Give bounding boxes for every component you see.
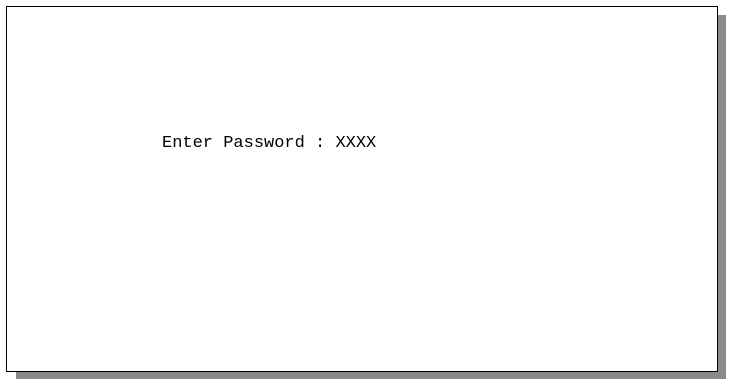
password-input[interactable]: XXXX [335,134,376,153]
prompt-separator: : [304,134,336,153]
terminal-window: Enter Password : XXXX [6,6,718,372]
password-prompt-line: Enter Password : XXXX [162,134,376,154]
password-prompt-label: Enter Password [162,134,305,153]
